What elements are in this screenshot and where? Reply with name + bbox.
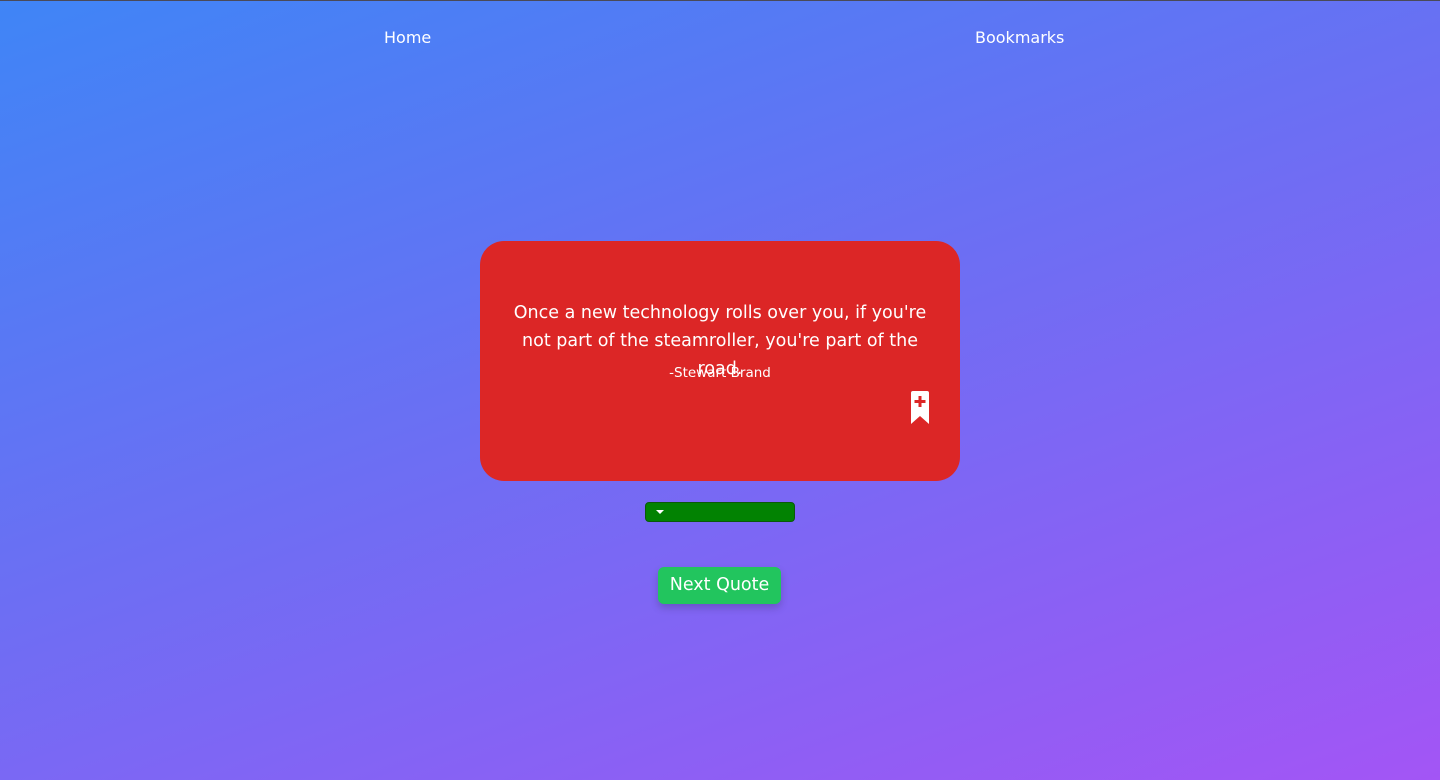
bookmark-button[interactable] — [910, 391, 930, 425]
nav-bookmarks-link[interactable]: Bookmarks — [975, 27, 1064, 49]
quote-author: -Stewart Brand — [669, 365, 771, 381]
chevron-down-icon — [656, 510, 664, 514]
nav-home-link[interactable]: Home — [384, 27, 431, 49]
category-select[interactable] — [645, 502, 795, 522]
quote-card: Once a new technology rolls over you, if… — [480, 241, 960, 481]
bookmark-plus-icon — [911, 391, 929, 424]
next-quote-button[interactable]: Next Quote — [658, 567, 781, 604]
